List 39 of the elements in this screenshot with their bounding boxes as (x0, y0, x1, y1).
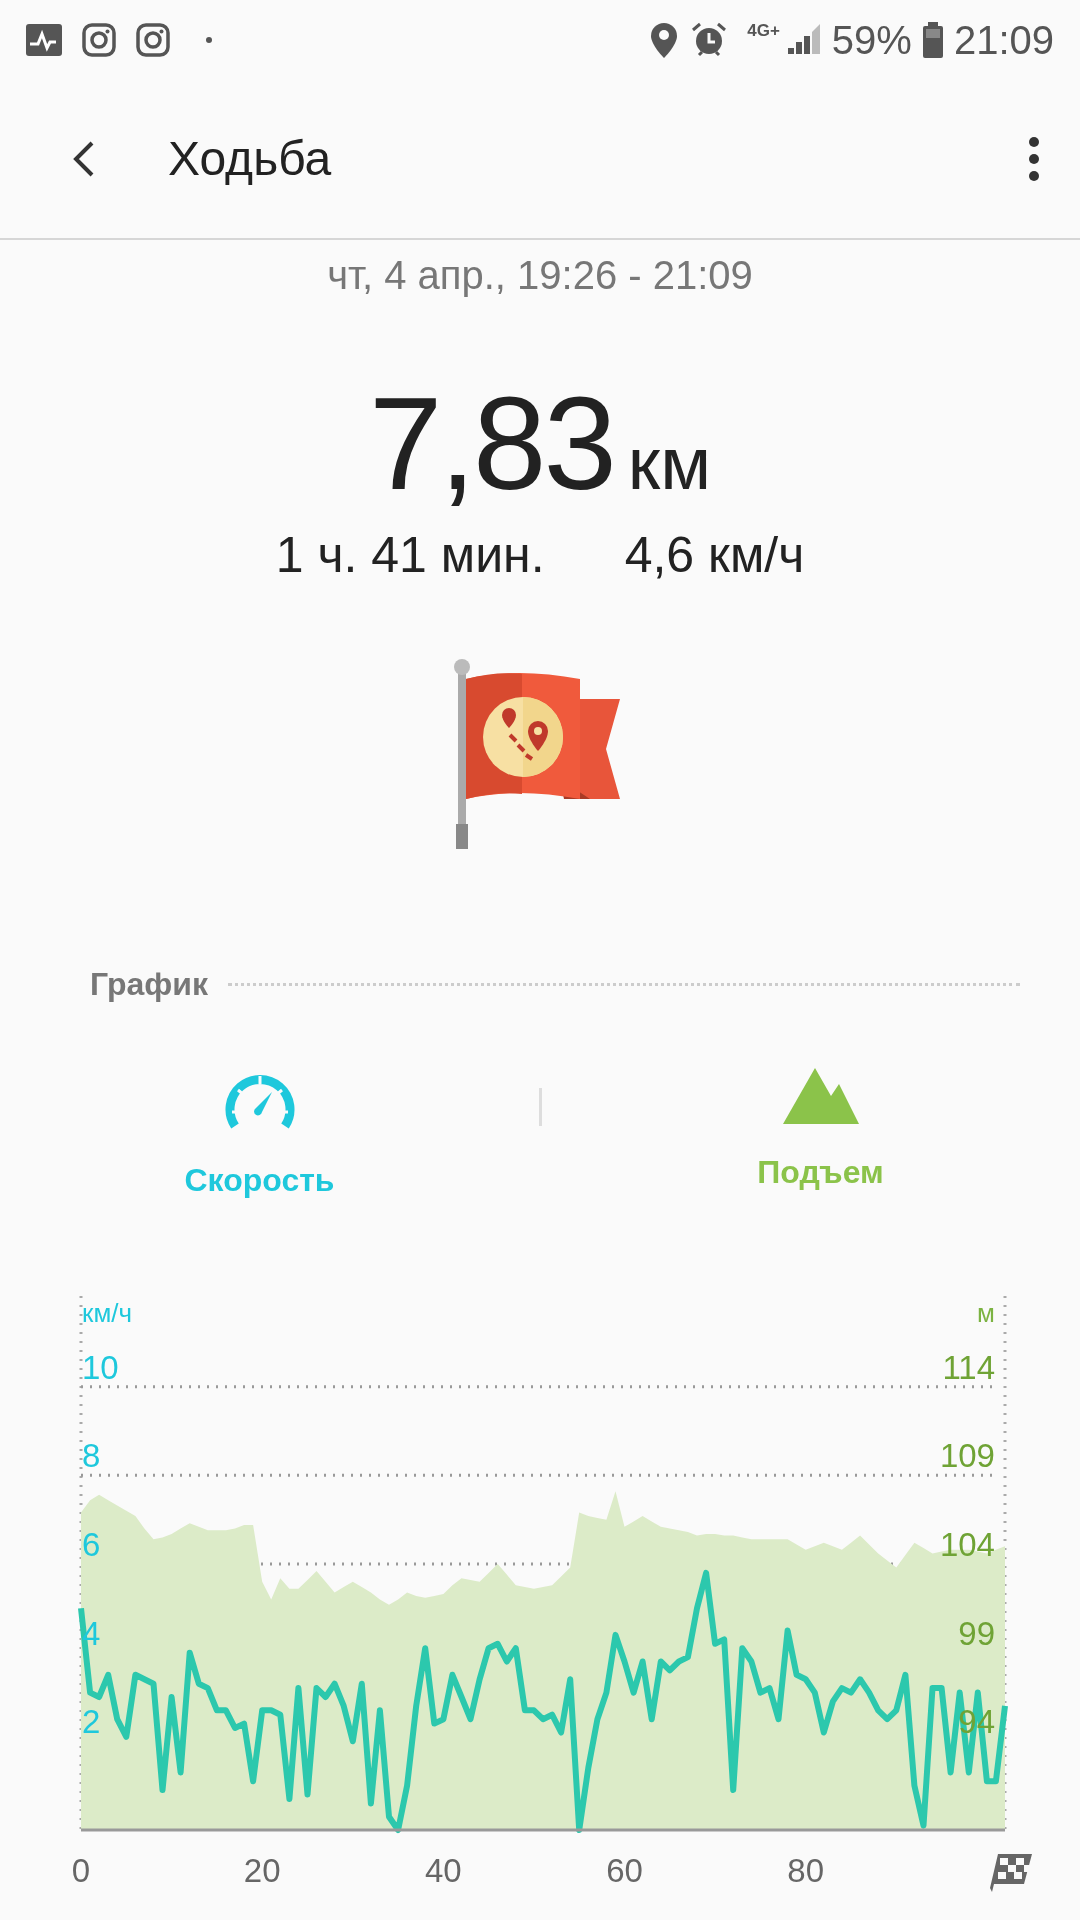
menu-icon (1028, 136, 1040, 182)
mountain-icon (782, 1068, 859, 1124)
location-icon (651, 22, 678, 58)
more-options-button[interactable] (1028, 136, 1040, 182)
tick-label: 40 (425, 1852, 462, 1889)
tick-label: 2 (82, 1703, 101, 1741)
clock-time: 21:09 (953, 17, 1054, 64)
section-title: График (90, 965, 208, 1004)
tick-label: 0 (71, 1852, 91, 1889)
battery-percent: 59% (831, 17, 912, 64)
axis-label: м (977, 1298, 995, 1328)
tick-label: 10 (82, 1348, 119, 1386)
tick-label: 20 (243, 1852, 281, 1889)
activity-icon (26, 24, 62, 56)
camera-icon (82, 23, 116, 57)
date-range: чт, 4 апр., 19:26 - 21:09 (327, 252, 753, 299)
tick-label: 80 (787, 1852, 824, 1889)
chart-tab[interactable]: Подъем (580, 1068, 1061, 1196)
axis-label: км/ч (82, 1298, 133, 1328)
camera-icon (136, 23, 170, 57)
battery-icon (921, 22, 944, 58)
average-speed-value: 4,6 км/ч (624, 525, 805, 585)
network-type-label: 4G+ (747, 22, 780, 39)
tick-label: 99 (958, 1614, 995, 1652)
distance-value: 7,83 (368, 378, 614, 510)
tick-label: 60 (606, 1852, 643, 1889)
finish-flag-icon (990, 1854, 1032, 1892)
tick-label: 114 (942, 1348, 996, 1386)
tick-label: 6 (82, 1526, 101, 1563)
distance-unit: км (627, 427, 712, 501)
chart-tab[interactable]: Скорость (19, 1068, 500, 1204)
duration-value: 1 ч. 41 мин. (275, 525, 545, 585)
tick-label: 104 (939, 1526, 995, 1563)
tick-label: 109 (939, 1437, 995, 1475)
screen-title: Ходьба (168, 131, 333, 187)
alarm-icon (691, 22, 728, 58)
tick-label: 8 (82, 1437, 101, 1475)
signal-icon (785, 24, 822, 56)
notification-dot-icon (206, 37, 212, 43)
